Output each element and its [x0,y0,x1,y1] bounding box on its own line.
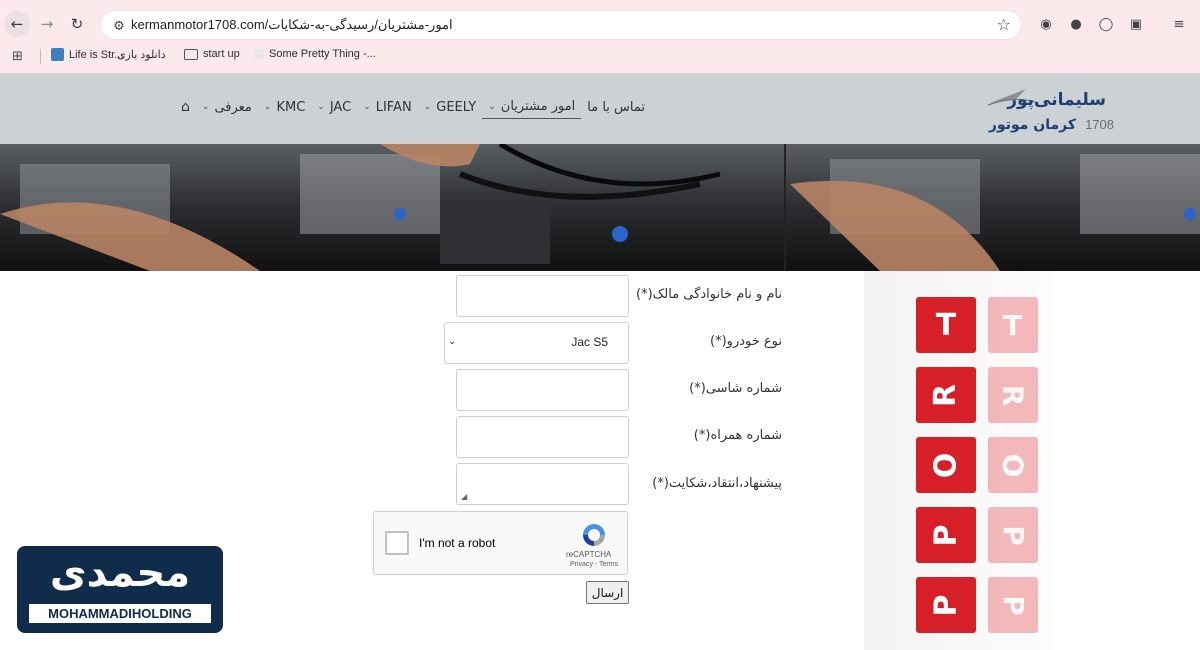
svg-text:1708: 1708 [1085,117,1114,132]
site-logo[interactable]: سلیمانی‌پور کرمان موتور 1708 [986,79,1116,137]
recaptcha-brand: reCAPTCHA [566,550,612,559]
car-type-select[interactable]: Jac S5 ⌄ [444,322,629,364]
folder-icon [184,48,198,60]
bookmark-item[interactable]: Life is Str... [51,48,123,61]
feedback-textarea[interactable]: ◢ [456,463,629,505]
menu-item-about[interactable]: معرفی ⌄ [196,95,258,119]
home-icon: ⌂ [181,99,190,115]
chevron-down-icon: ⌄ [317,102,325,112]
recaptcha-label: I'm not a robot [419,536,496,550]
chassis-number-label: شماره شاسی(*) [689,381,782,396]
reload-button[interactable]: ↻ [64,11,90,37]
cube-letter: R [916,367,976,423]
recaptcha-checkbox[interactable] [385,531,409,555]
mohammadi-holding-watermark: محمدی MOHAMMADIHOLDING [17,546,223,633]
submit-button[interactable]: ارسال [586,581,629,604]
forward-button[interactable]: → [34,11,60,37]
owner-name-field[interactable] [456,275,629,317]
site-info-icon[interactable]: ⚙ [109,16,129,36]
support-cubes-image: T T R R O O P P P P [864,271,1050,650]
mobile-number-field[interactable] [456,416,629,458]
watermark-english-text: MOHAMMADIHOLDING [29,604,211,623]
address-bar[interactable]: ⚙ kermanmotor1708.com/امور-مشتریان/رسیدگ… [100,10,1022,40]
bookmarks-bar: ⊞ Life is Str... دانلود بازی start up So… [0,46,1200,68]
menu-item-geely[interactable]: GEELY ⌄ [418,95,483,119]
apps-grid-icon[interactable]: ⊞ [12,49,23,64]
recaptcha-logo-icon [583,524,605,546]
watermark-persian-text: محمدی [49,550,191,596]
chevron-down-icon: ⌄ [423,102,432,112]
extension-icon[interactable]: ◉ [1037,15,1055,33]
svg-text:کرمان موتور: کرمان موتور [988,117,1077,133]
menu-item-jac[interactable]: JAC ⌄ [311,95,357,119]
resize-handle-icon[interactable]: ◢ [461,492,467,501]
bookmark-separator [40,49,41,64]
main-menu: ⌂ معرفی ⌄ KMC ⌄ JAC ⌄ LIFAN ⌄ GEELY ⌄ امور مش… [175,95,651,119]
shield-icon[interactable]: ◯ [1097,15,1115,33]
url-text: kermanmotor1708.com/امور-مشتریان/رسیدگی-… [131,17,453,32]
cube-letter: T [916,297,976,353]
cube-reflection: P [988,577,1038,633]
chevron-down-icon: ⌄ [263,102,272,112]
mobile-number-label: شماره همراه(*) [693,428,782,443]
chassis-number-field[interactable] [456,369,629,411]
bookmark-folder[interactable]: start up [184,48,240,60]
reading-list-icon[interactable]: ≡ [1170,15,1188,33]
cube-letter: P [916,507,976,563]
site-header: ⌂ معرفی ⌄ KMC ⌄ JAC ⌄ LIFAN ⌄ GEELY ⌄ امور مش… [0,73,1200,144]
cube-reflection: P [988,507,1038,563]
cube-reflection: O [988,437,1038,493]
hero-banner-image [0,144,1200,271]
svg-text:سلیمانی‌پور: سلیمانی‌پور [1006,90,1106,110]
cube-letter: O [916,437,976,493]
puzzle-icon[interactable]: ▣ [1127,15,1145,33]
bookmark-favicon-icon [51,48,64,61]
recaptcha-terms-link[interactable]: Privacy - Terms [570,561,618,568]
chevron-down-icon: ⌄ [201,102,210,112]
bookmark-star-icon[interactable]: ☆ [997,15,1011,34]
chevron-down-icon: ⌄ [363,102,371,112]
back-button[interactable]: ← [4,11,30,37]
menu-item-customer-affairs[interactable]: امور مشتریان ⌄ [482,95,582,119]
menu-item-lifan[interactable]: LIFAN ⌄ [357,95,418,119]
bookmark-item[interactable]: Some Pretty Thing -... [254,48,376,60]
cube-reflection: T [988,297,1038,353]
owner-name-label: نام و نام خانوادگی مالک(*) [636,287,782,302]
bookmark-favicon-icon [254,49,264,59]
feedback-label: پیشنهاد،انتقاد،شکایت(*) [652,476,782,491]
extension-globe-icon[interactable]: ● [1067,15,1085,33]
browser-chrome: ← → ↻ ⚙ kermanmotor1708.com/امور-مشتریان… [0,0,1200,73]
cube-letter: P [916,577,976,633]
car-type-selected-value: Jac S5 [571,335,608,349]
bookmark-item[interactable]: دانلود بازی [117,48,166,61]
menu-item-kmc[interactable]: KMC ⌄ [258,95,311,119]
chevron-down-icon: ⌄ [488,101,496,112]
menu-item-contact[interactable]: تماس با ما [581,95,651,119]
chevron-down-icon: ⌄ [448,336,457,347]
cube-reflection: R [988,367,1038,423]
recaptcha-widget: I'm not a robot reCAPTCHA Privacy - Term… [373,511,628,575]
car-type-label: نوع خودرو(*) [710,334,782,349]
menu-home[interactable]: ⌂ [175,95,196,119]
